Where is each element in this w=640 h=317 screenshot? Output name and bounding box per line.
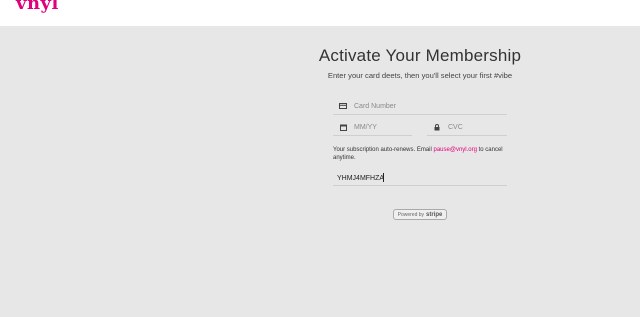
powered-by-text: Powered by [397, 211, 425, 218]
powered-by-stripe-badge[interactable]: Powered by stripe [393, 209, 447, 220]
main-area [0, 26, 640, 317]
page-subtitle: Enter your card deets, then you'll selec… [327, 71, 513, 80]
text-cursor [383, 173, 384, 182]
page-title: Activate Your Membership [318, 46, 522, 65]
stripe-logo: stripe [426, 211, 443, 218]
card-number-placeholder: Card Number [354, 102, 397, 110]
renewal-note: Your subscription auto-renews. Email pau… [333, 146, 511, 163]
lock-icon [432, 122, 442, 132]
promo-code-input[interactable] [333, 174, 505, 182]
cvc-field[interactable]: CVC [427, 119, 507, 136]
pause-email-link[interactable]: pause@vnyl.org [434, 147, 477, 153]
cvc-placeholder: CVC [448, 123, 463, 131]
promo-code-field[interactable] [333, 171, 507, 186]
expiry-placeholder: MM/YY [354, 123, 377, 131]
note-prefix: Your subscription auto-renews. Email [333, 147, 434, 153]
top-bar: vnyl [0, 0, 640, 26]
credit-card-icon [338, 101, 348, 111]
vnyl-logo[interactable]: vnyl [16, 0, 59, 14]
calendar-icon [338, 122, 348, 132]
expiry-field[interactable]: MM/YY [333, 119, 412, 136]
card-number-field[interactable]: Card Number [333, 98, 507, 115]
